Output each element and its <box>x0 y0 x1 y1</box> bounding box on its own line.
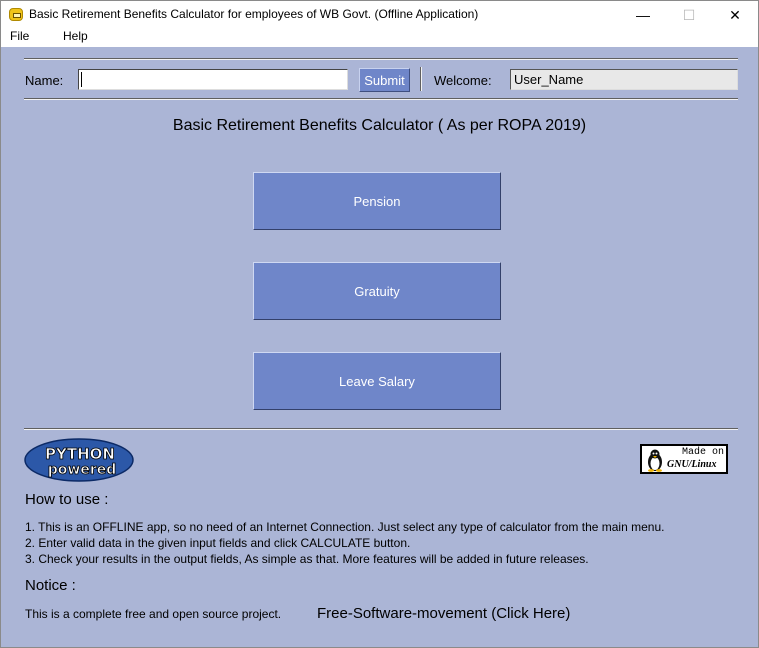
minimize-button[interactable]: — <box>620 1 666 29</box>
pension-button[interactable]: Pension <box>253 172 501 230</box>
name-label: Name: <box>25 73 64 88</box>
text-cursor <box>81 72 82 87</box>
gnu-linux-badge: Made on GNU/Linux <box>640 444 728 474</box>
gnu-linux-text: GNU/Linux <box>667 459 717 470</box>
python-powered-logo: PYTHON powered <box>24 438 134 482</box>
top-divider <box>24 58 738 60</box>
instruction-step-3: 3. Check your results in the output fiel… <box>25 552 589 566</box>
menu-file[interactable]: File <box>10 29 29 43</box>
app-icon <box>9 8 23 21</box>
python-logo-text: PYTHON <box>45 445 115 463</box>
menu-bar: File Help <box>1 29 758 47</box>
name-input[interactable] <box>78 69 348 90</box>
notice-text: This is a complete free and open source … <box>25 607 282 621</box>
submit-button[interactable]: Submit <box>359 68 410 92</box>
how-to-use-title: How to use : <box>25 491 109 508</box>
window-title: Basic Retirement Benefits Calculator for… <box>29 7 479 21</box>
menu-help[interactable]: Help <box>63 29 88 43</box>
title-bar: Basic Retirement Benefits Calculator for… <box>1 1 758 29</box>
instruction-step-2: 2. Enter valid data in the given input f… <box>25 536 411 550</box>
free-software-link[interactable]: Free-Software-movement (Click Here) <box>317 605 570 622</box>
notice-title: Notice : <box>25 577 76 594</box>
leave-salary-button[interactable]: Leave Salary <box>253 352 501 410</box>
close-button[interactable]: ✕ <box>712 1 758 29</box>
gratuity-button[interactable]: Gratuity <box>253 262 501 320</box>
header-divider <box>24 98 738 100</box>
maximize-button[interactable]: ☐ <box>666 1 712 29</box>
made-on-text: Made on <box>682 447 725 458</box>
vertical-divider <box>420 67 422 91</box>
tux-penguin-icon <box>648 449 662 472</box>
page-title: Basic Retirement Benefits Calculator ( A… <box>172 117 587 134</box>
welcome-label: Welcome: <box>434 73 492 88</box>
instruction-step-1: 1. This is an OFFLINE app, so no need of… <box>25 520 665 534</box>
powered-logo-text: powered <box>48 462 117 478</box>
footer-divider <box>24 428 738 430</box>
welcome-username-field: User_Name <box>510 69 738 90</box>
app-window: Basic Retirement Benefits Calculator for… <box>0 0 759 648</box>
